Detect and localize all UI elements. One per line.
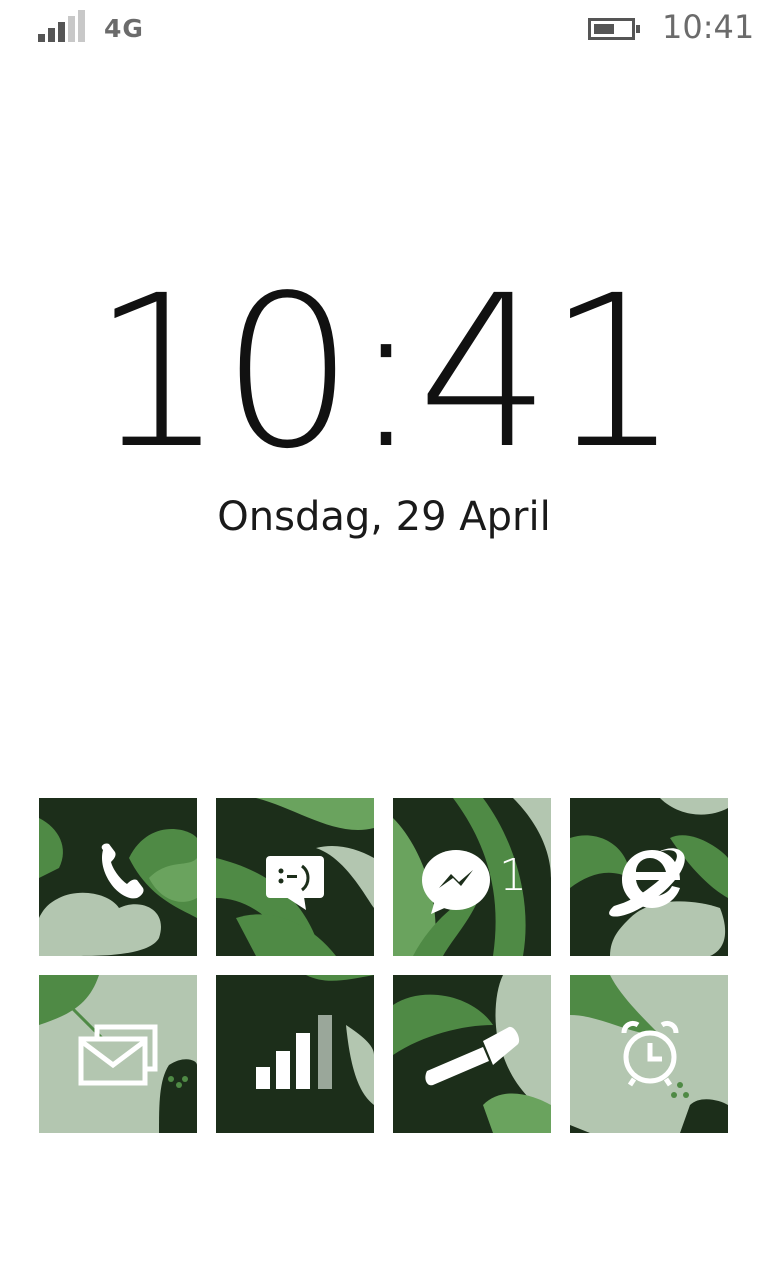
app-tiles-grid: 1 bbox=[39, 798, 728, 1133]
status-bar: 4G 10:41 bbox=[0, 0, 768, 60]
status-time: 10:41 bbox=[662, 8, 755, 46]
messenger-badge-count: 1 bbox=[499, 850, 527, 901]
network-tile[interactable] bbox=[216, 975, 374, 1133]
alarm-tile[interactable] bbox=[570, 975, 728, 1133]
messaging-tile[interactable] bbox=[216, 798, 374, 956]
signal-bars-icon bbox=[256, 1015, 332, 1089]
messenger-icon bbox=[422, 850, 490, 914]
phone-tile[interactable] bbox=[39, 798, 197, 956]
internet-explorer-tile[interactable] bbox=[570, 798, 728, 956]
flashlight-icon bbox=[425, 1026, 520, 1086]
flashlight-tile[interactable] bbox=[393, 975, 551, 1133]
lock-screen-date: Onsdag, 29 April bbox=[217, 494, 551, 540]
phone-icon bbox=[101, 843, 144, 899]
lock-screen-clock: 10:41 bbox=[91, 250, 680, 495]
battery-icon bbox=[588, 16, 642, 42]
alarm-clock-icon bbox=[621, 1020, 679, 1087]
mail-icon bbox=[78, 1024, 158, 1086]
mail-tile[interactable] bbox=[39, 975, 197, 1133]
messaging-icon bbox=[266, 856, 324, 910]
internet-explorer-icon bbox=[609, 848, 685, 917]
messenger-tile[interactable]: 1 bbox=[393, 798, 551, 956]
signal-strength-icon bbox=[38, 10, 86, 42]
network-type-label: 4G bbox=[104, 14, 144, 43]
